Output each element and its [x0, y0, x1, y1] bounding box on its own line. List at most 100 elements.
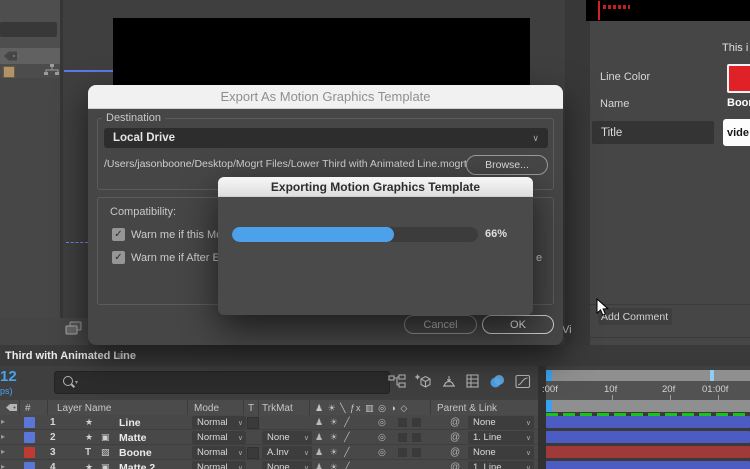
layer-switches[interactable]: ♟ ☀ ╱ [315, 462, 352, 469]
adjustment-toggle[interactable] [398, 433, 407, 442]
timecode-display[interactable]: 12 [0, 368, 17, 385]
header-parent-link[interactable]: Parent & Link [437, 403, 497, 414]
trkmat-dropdown[interactable]: None ∨ [262, 461, 312, 469]
header-layer-name[interactable]: Layer Name [57, 403, 111, 414]
trkmat-dropdown[interactable]: A.Inv ∨ [262, 446, 312, 459]
parent-dropdown[interactable]: 1. Line ∨ [468, 431, 534, 444]
cancel-button[interactable]: Cancel [404, 315, 477, 334]
navigator-marker[interactable] [710, 370, 714, 381]
preserve-transparency-toggle[interactable] [247, 417, 259, 429]
dashed-guide-line [66, 242, 88, 243]
background-text-fragment: Vi [562, 324, 572, 336]
mode-dropdown[interactable]: Normal ∨ [192, 431, 246, 444]
motion-blur-toggle[interactable]: ◎ [378, 417, 386, 428]
project-panel [0, 0, 60, 345]
expand-arrow-icon[interactable]: ▸ [1, 417, 5, 426]
layer-index: 2 [50, 432, 56, 443]
preserve-transparency-toggle[interactable] [247, 447, 259, 459]
pick-whip-icon[interactable]: @ [450, 417, 460, 428]
export-dialog-titlebar[interactable]: Export As Motion Graphics Template [88, 85, 563, 109]
parent-value: 1. Line [473, 432, 502, 443]
pick-whip-icon[interactable]: @ [450, 432, 460, 443]
browse-button[interactable]: Browse... [466, 155, 548, 175]
adjustment-toggle[interactable] [398, 418, 407, 427]
parent-dropdown[interactable]: 1. Line ∨ [468, 461, 534, 469]
expand-arrow-icon[interactable]: ▸ [1, 447, 5, 456]
parent-dropdown[interactable]: None ∨ [468, 416, 534, 429]
layer-switches[interactable]: ♟ ☀ ╱ [315, 447, 352, 458]
mode-dropdown[interactable]: Normal ∨ [192, 416, 246, 429]
flowchart-icon[interactable] [44, 64, 60, 77]
threed-toggle[interactable] [412, 433, 421, 442]
frame-blending-icon[interactable] [440, 374, 458, 389]
check-icon: ✓ [114, 229, 123, 240]
expand-arrow-icon[interactable]: ▸ [1, 462, 5, 469]
adjustment-toggle[interactable] [398, 448, 407, 457]
label-color-swatch[interactable] [3, 66, 15, 78]
layer-name[interactable]: Line [119, 417, 141, 429]
progress-bar-fill [232, 227, 395, 242]
title-value-field[interactable]: vide [723, 119, 750, 146]
project-search-fragment[interactable] [0, 22, 57, 37]
layer-switches[interactable]: ♟ ☀ ╱ [315, 417, 352, 428]
layer-name[interactable]: Matte [119, 432, 146, 444]
layer-duration-bar[interactable] [546, 416, 750, 428]
stacked-comps-icon[interactable] [65, 321, 83, 336]
layer-switches[interactable]: ♟ ☀ ╱ [315, 432, 352, 443]
title-input[interactable]: Title [592, 121, 714, 144]
warn-checkbox-2[interactable]: ✓ [112, 251, 125, 264]
work-area-bar[interactable] [546, 400, 750, 412]
motion-blur-toggle[interactable]: ◎ [378, 432, 386, 443]
search-input[interactable] [85, 373, 384, 392]
destination-dropdown[interactable]: Local Drive ∨ [104, 128, 548, 148]
time-ruler[interactable]: :00f 10f 20f 01:00f [542, 381, 750, 400]
header-t[interactable]: T [248, 403, 254, 414]
expand-arrow-icon[interactable]: ▸ [1, 432, 5, 441]
playhead[interactable] [546, 400, 552, 412]
header-trkmat[interactable]: TrkMat [262, 403, 293, 414]
layer-duration-bar[interactable] [546, 461, 750, 469]
ruler-tick-label: 20f [662, 384, 676, 395]
layer-label-swatch[interactable] [24, 432, 35, 443]
layer-duration-bar[interactable] [546, 431, 750, 443]
threed-toggle[interactable] [412, 418, 421, 427]
graph-editor-icon[interactable] [514, 374, 532, 389]
progress-dialog-titlebar[interactable]: Exporting Motion Graphics Template [218, 177, 533, 197]
layer-label-swatch[interactable] [24, 417, 35, 428]
layer-name[interactable]: Boone [119, 447, 152, 459]
project-panel-body [0, 78, 60, 318]
line-color-swatch[interactable] [727, 64, 750, 93]
parent-dropdown[interactable]: None ∨ [468, 446, 534, 459]
header-switch-icons[interactable]: ♟ ☀ ╲ ƒx ▥ ◎ ◑ ◇ [315, 403, 408, 414]
hamburger-menu-icon[interactable]: ≡ [117, 349, 124, 363]
navigator-start-handle[interactable] [546, 370, 552, 381]
layer-label-swatch[interactable] [24, 447, 35, 458]
comp-mini-flowchart-icon[interactable] [388, 374, 406, 389]
tag-icon[interactable] [5, 402, 18, 413]
header-mode[interactable]: Mode [194, 403, 219, 414]
motion-blur-icon[interactable] [488, 373, 507, 390]
progress-percent: 66% [485, 228, 508, 240]
trkmat-dropdown[interactable]: None ∨ [262, 431, 312, 444]
draft-3d-icon[interactable] [414, 373, 433, 390]
pick-whip-icon[interactable]: @ [450, 447, 460, 458]
threed-toggle[interactable] [412, 448, 421, 457]
mode-dropdown[interactable]: Normal ∨ [192, 446, 246, 459]
timeline-search-box[interactable]: ▾ [54, 371, 390, 394]
time-navigator[interactable] [546, 370, 750, 381]
pick-whip-icon[interactable]: @ [450, 462, 460, 469]
ok-button[interactable]: OK [482, 315, 554, 334]
layer-label-swatch[interactable] [24, 462, 35, 469]
mode-dropdown[interactable]: Normal ∨ [192, 461, 246, 469]
layer-name[interactable]: Matte 2 [119, 462, 155, 469]
header-index[interactable]: # [25, 403, 31, 414]
compatibility-label: Compatibility: [110, 206, 177, 218]
cancel-button-label: Cancel [423, 318, 458, 331]
search-dropdown-icon[interactable]: ▾ [75, 379, 78, 386]
chevron-down-icon: ∨ [303, 449, 309, 457]
warn-checkbox-1[interactable]: ✓ [112, 228, 125, 241]
progress-dialog-title: Exporting Motion Graphics Template [270, 179, 481, 194]
frames-icon[interactable] [464, 373, 482, 389]
layer-duration-bar[interactable] [546, 446, 750, 458]
motion-blur-toggle[interactable]: ◎ [378, 447, 386, 458]
